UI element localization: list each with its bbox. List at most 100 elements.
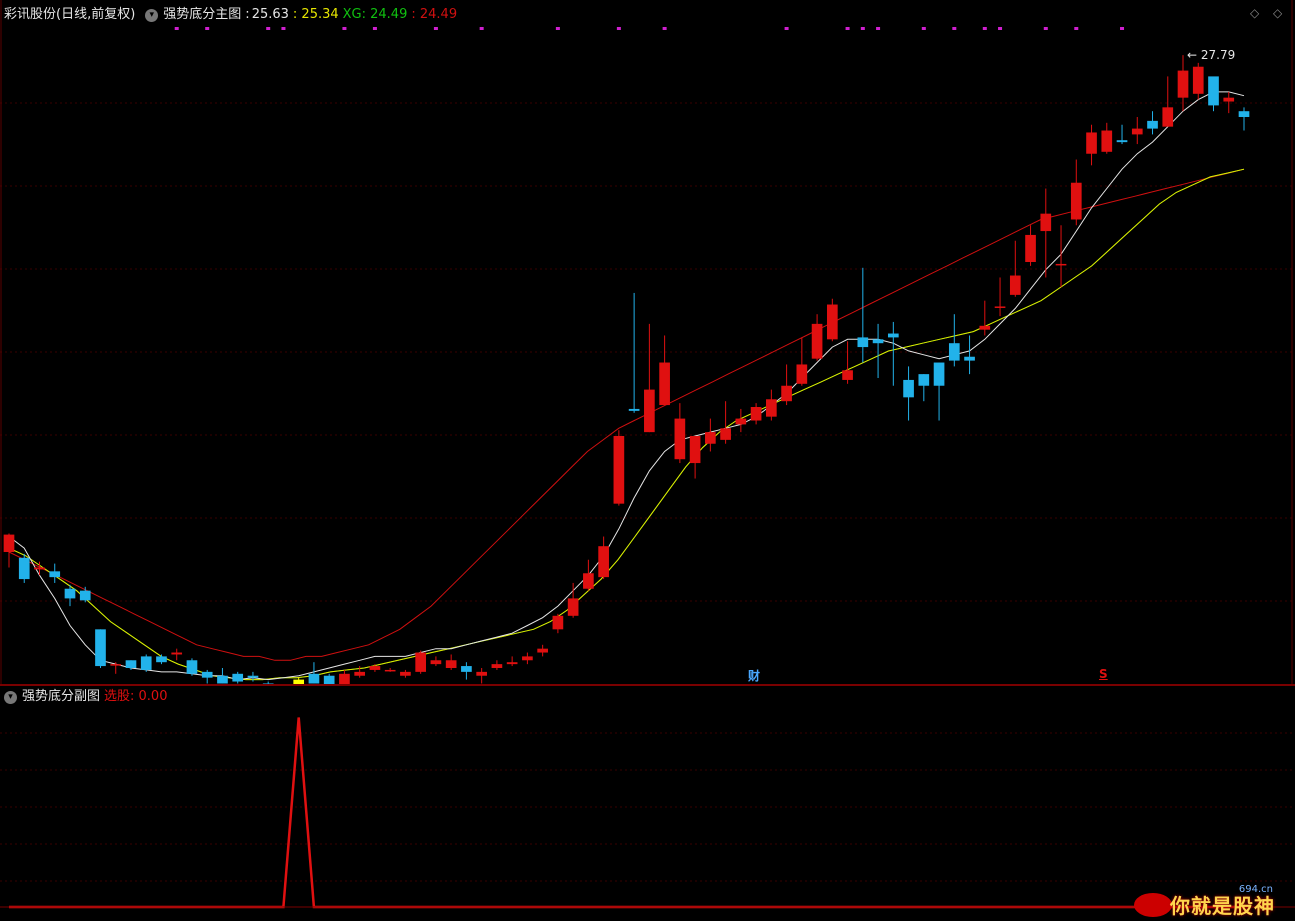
purple-signal-dot <box>860 27 865 30</box>
candle-body <box>476 671 487 676</box>
candle-body <box>887 333 899 338</box>
purple-signal-dot <box>433 27 438 30</box>
purple-signal-dot <box>174 27 179 30</box>
indicator-value-2: : 25.34 <box>292 7 339 22</box>
indicator-value-3: : 24.49 <box>411 7 458 22</box>
candle-body <box>18 557 30 580</box>
main-candlestick-chart: ← 12.71← 27.79 <box>0 0 1295 684</box>
candle-body <box>948 343 960 361</box>
candle-body <box>1208 76 1219 106</box>
purple-signal-dot <box>845 27 850 30</box>
candle-body <box>247 675 259 678</box>
candle-body <box>796 364 808 384</box>
purple-signal-dot <box>982 27 987 30</box>
candle-body <box>964 356 975 361</box>
candle-body <box>445 660 457 668</box>
candle-body <box>140 656 152 670</box>
candle-body <box>79 590 91 601</box>
candle-body <box>1162 107 1174 127</box>
candle-body <box>811 323 823 359</box>
candle-body <box>674 418 686 460</box>
candle-body <box>1131 128 1143 135</box>
candle-body <box>1101 130 1113 152</box>
candle-body <box>384 669 396 672</box>
stock-name[interactable]: 彩讯股份(日线,前复权) <box>4 4 135 26</box>
indicator-menu-icon[interactable]: ▾ <box>145 8 159 22</box>
candle-body <box>1223 97 1235 102</box>
candle-body <box>1192 66 1204 94</box>
candle-body <box>430 660 442 665</box>
candle-body <box>567 598 579 616</box>
candle-body <box>720 428 731 440</box>
candle-body <box>461 666 472 672</box>
purple-signal-dot <box>998 27 1003 30</box>
candle-body <box>689 436 701 464</box>
candle-body <box>110 664 122 666</box>
candle-body <box>415 652 427 672</box>
indicator-xg: XG: 24.49 <box>342 7 408 22</box>
purple-signal-dot <box>281 27 286 30</box>
candle-body <box>1025 234 1036 262</box>
xg-signal-line <box>9 717 1244 909</box>
candle-body <box>994 306 1006 308</box>
indicator-sep: : <box>245 7 250 22</box>
candle-body <box>125 660 137 668</box>
indicator-title[interactable]: 强势底分主图 <box>163 4 241 26</box>
purple-signal-dot <box>205 27 210 30</box>
candle-body <box>1040 213 1052 232</box>
candle-body <box>491 664 503 668</box>
candle-body <box>3 534 15 552</box>
candle-body <box>323 675 335 684</box>
candle-body <box>781 385 792 402</box>
candle-body <box>750 407 762 421</box>
watermark-text: 你就是股神 <box>1170 894 1275 918</box>
diamond-icon[interactable]: ◇ <box>1250 6 1259 20</box>
candle-body <box>766 399 777 417</box>
purple-signal-dot <box>784 27 789 30</box>
candle-body <box>1009 275 1021 295</box>
candle-body <box>1147 120 1158 129</box>
candle-body <box>506 662 518 665</box>
purple-signal-dot <box>1074 27 1079 30</box>
candle-body <box>522 656 533 661</box>
candle-body <box>826 304 838 340</box>
sub-line-chart <box>0 717 1295 909</box>
candle-body <box>872 339 884 344</box>
candle-body <box>1177 70 1189 98</box>
candle-body <box>308 673 320 684</box>
candle-body <box>598 546 609 578</box>
candle-body <box>918 374 930 386</box>
candle-body <box>354 671 366 676</box>
candle-body <box>186 660 198 674</box>
candle-body <box>537 648 548 653</box>
s-tag[interactable]: S <box>1099 667 1108 681</box>
indicator-value-1: 25.63 <box>251 7 289 22</box>
ma-short-line <box>8 91 1245 681</box>
candle-body <box>979 325 991 330</box>
candle-body <box>171 652 183 655</box>
candle-body <box>201 671 213 678</box>
restore-icon[interactable]: ◇ <box>1273 6 1282 20</box>
purple-signal-dot <box>876 27 881 30</box>
sub-indicator-title[interactable]: 强势底分副图 <box>22 686 100 708</box>
high-price-label: ← 27.79 <box>1187 48 1235 62</box>
candle-body <box>644 389 655 433</box>
candle-body <box>400 671 411 676</box>
candle-body <box>49 571 61 578</box>
sub-indicator-menu-icon[interactable]: ▾ <box>4 690 17 704</box>
candle-body <box>842 370 853 380</box>
purple-signal-dot <box>479 27 484 30</box>
candle-body <box>735 418 747 425</box>
candle-body <box>659 362 670 406</box>
sub-header: ▾ 强势底分副图 选股: 0.00 <box>4 686 171 708</box>
candle-body <box>232 673 244 682</box>
finance-tag[interactable]: 财 <box>748 667 760 684</box>
candle-body <box>217 675 228 684</box>
purple-signal-dot <box>921 27 926 30</box>
purple-signal-dot <box>1043 27 1048 30</box>
purple-signal-dot <box>342 27 347 30</box>
purple-signal-dot <box>555 27 560 30</box>
watermark-logo-icon <box>1134 893 1172 917</box>
purple-signal-dot <box>266 27 271 30</box>
candle-body <box>1086 132 1097 154</box>
